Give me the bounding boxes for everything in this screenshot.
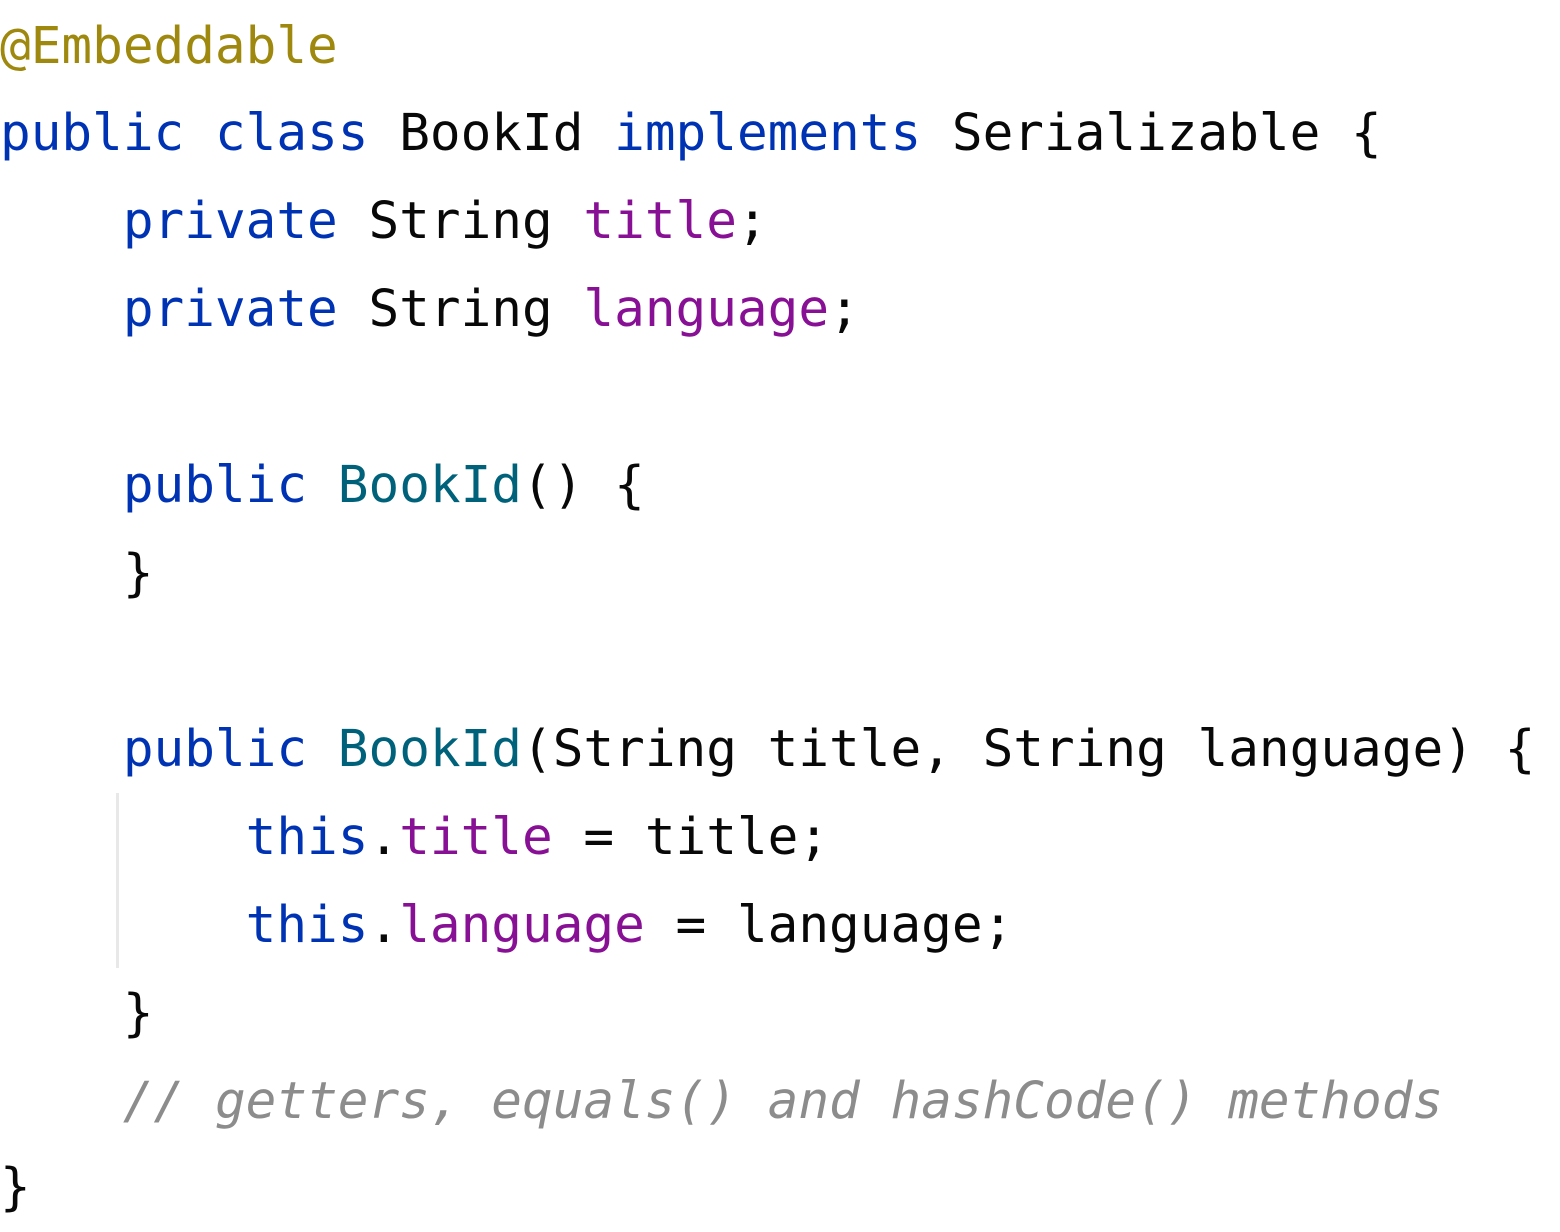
code-token: }: [0, 984, 154, 1043]
code-token: Serializable {: [921, 104, 1382, 163]
code-line-11: this.language = language;: [0, 882, 1014, 970]
code-token: }: [0, 1158, 31, 1217]
code-line-1: @Embeddable: [0, 3, 338, 91]
code-line-3: private String title;: [0, 178, 768, 266]
code-token: public: [0, 104, 185, 163]
code-token: public: [122, 720, 308, 779]
code-token: implements: [614, 104, 922, 163]
code-token: @Embeddable: [0, 17, 338, 76]
code-line-4: private String language;: [0, 266, 860, 354]
code-editor: @Embeddable public class BookId implemen…: [0, 0, 1560, 1232]
code-token: title: [399, 808, 553, 867]
code-token: language: [399, 896, 645, 955]
code-comment: // getters, equals() and hashCode() meth…: [122, 1072, 1444, 1131]
code-line-14: }: [0, 1144, 31, 1232]
code-token: ;: [736, 192, 768, 251]
code-line-6: public BookId() {: [0, 442, 645, 530]
code-token: this: [245, 808, 369, 867]
code-line-2: public class BookId implements Serializa…: [0, 90, 1382, 178]
code-token: () {: [522, 456, 645, 515]
code-token: private: [122, 280, 338, 339]
code-line-12: }: [0, 970, 154, 1058]
code-token: language: [583, 280, 830, 339]
code-line-13: // getters, equals() and hashCode() meth…: [0, 1058, 1443, 1146]
code-line-10: this.title = title;: [0, 794, 829, 882]
code-token: }: [0, 544, 154, 603]
code-token: BookId: [337, 456, 523, 515]
code-token: (String title, String language) {: [522, 720, 1536, 779]
code-token: public: [122, 456, 308, 515]
code-token: String: [337, 192, 584, 251]
code-token: .: [368, 896, 400, 955]
code-line-9: public BookId(String title, String langu…: [0, 706, 1535, 794]
code-token: ;: [829, 280, 860, 339]
code-token: .: [368, 808, 400, 867]
code-token: = language;: [644, 896, 1014, 955]
code-token: title: [583, 192, 737, 251]
code-line-7: }: [0, 530, 154, 618]
code-token: = title;: [552, 808, 830, 867]
code-token: this: [245, 896, 369, 955]
code-token: BookId: [368, 104, 615, 163]
code-token: String: [337, 280, 584, 339]
code-token: class: [214, 104, 369, 163]
code-token: private: [122, 192, 338, 251]
code-token: BookId: [337, 720, 523, 779]
